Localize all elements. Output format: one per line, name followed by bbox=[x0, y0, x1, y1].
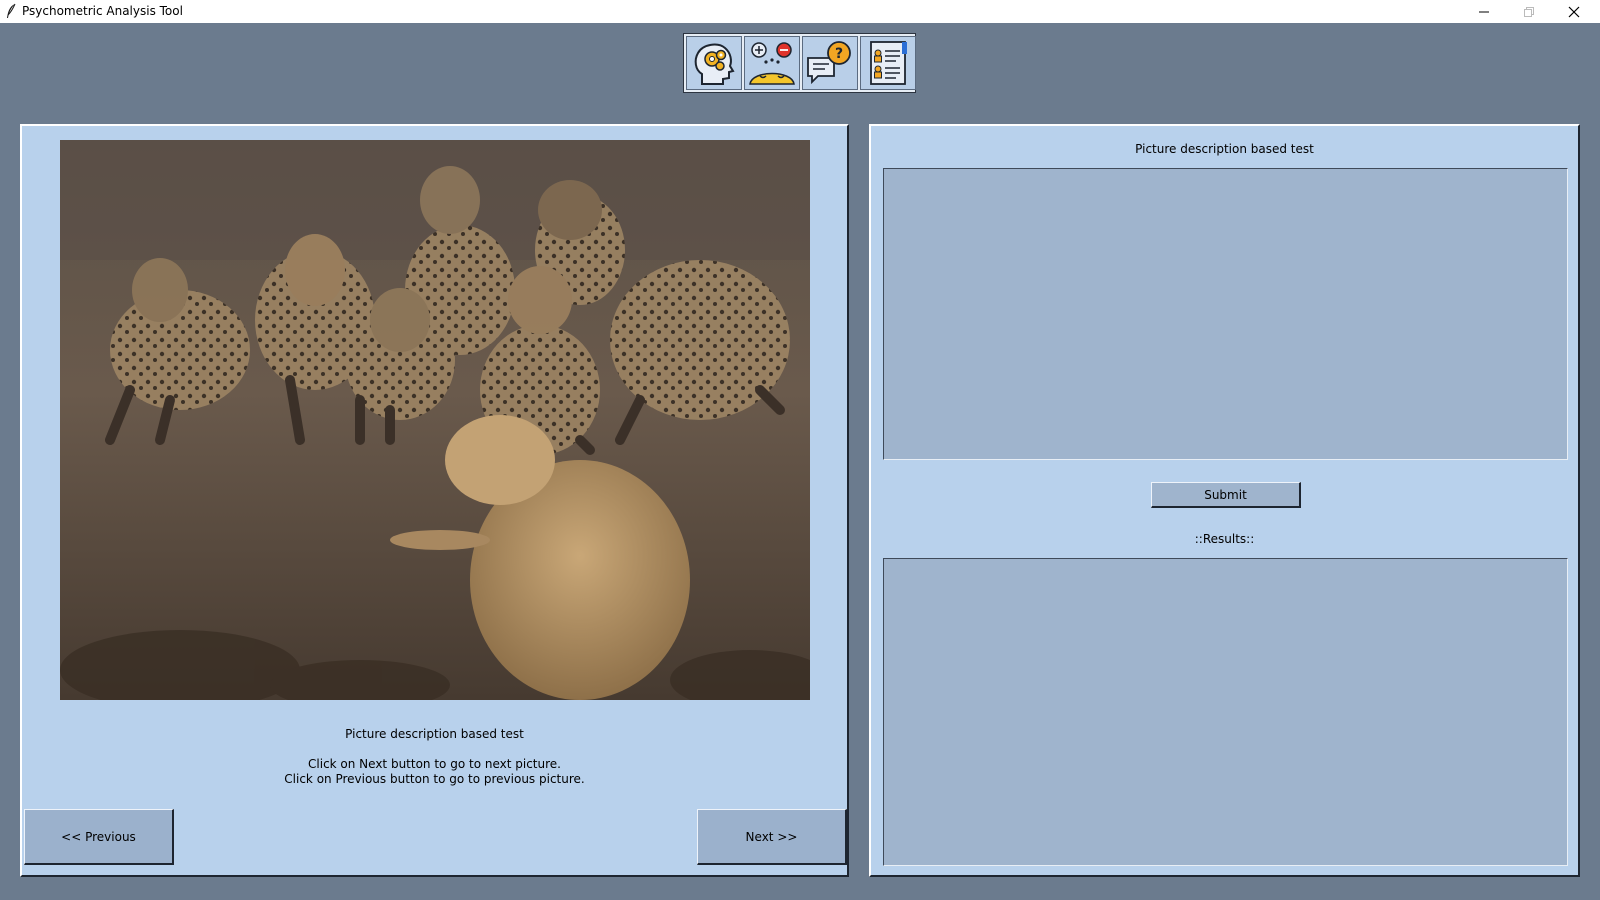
results-label: ::Results:: bbox=[1194, 532, 1255, 546]
toolbar-button-questions[interactable]: ? bbox=[802, 36, 858, 90]
hyenas-lioness-photo bbox=[60, 140, 810, 700]
plus-minus-emotions-icon bbox=[749, 42, 795, 85]
test-picture bbox=[60, 140, 810, 700]
minimize-button[interactable] bbox=[1462, 0, 1506, 23]
head-gears-icon bbox=[694, 43, 735, 85]
close-button[interactable] bbox=[1552, 0, 1596, 23]
picture-panel: Picture description based test Click on … bbox=[20, 124, 849, 877]
window-title: Psychometric Analysis Tool bbox=[22, 4, 183, 18]
description-textarea[interactable] bbox=[883, 168, 1568, 460]
picture-caption: Picture description based test bbox=[345, 727, 524, 741]
instruction-next: Click on Next button to go to next pictu… bbox=[308, 757, 561, 771]
response-heading: Picture description based test bbox=[1135, 142, 1314, 156]
toolbar-button-profile[interactable] bbox=[860, 36, 916, 90]
minimize-icon bbox=[1479, 11, 1489, 12]
next-button[interactable]: Next >> bbox=[697, 809, 847, 865]
results-textarea[interactable] bbox=[883, 558, 1568, 866]
toolbar: ? bbox=[683, 33, 916, 93]
feather-icon bbox=[7, 3, 16, 18]
profile-document-icon bbox=[870, 41, 907, 85]
submit-button[interactable]: Submit bbox=[1151, 482, 1301, 508]
response-panel: Picture description based test Submit ::… bbox=[869, 124, 1580, 877]
instruction-previous: Click on Previous button to go to previo… bbox=[284, 772, 585, 786]
toolbar-button-emotions[interactable] bbox=[744, 36, 800, 90]
close-icon bbox=[1568, 6, 1580, 17]
restore-icon bbox=[1524, 6, 1534, 17]
chat-question-icon: ? bbox=[807, 41, 851, 85]
previous-button[interactable]: << Previous bbox=[24, 809, 174, 865]
svg-text:?: ? bbox=[835, 46, 843, 62]
restore-button[interactable] bbox=[1507, 0, 1551, 23]
title-bar: Psychometric Analysis Tool bbox=[0, 0, 1600, 23]
toolbar-button-psychology[interactable] bbox=[686, 36, 742, 90]
